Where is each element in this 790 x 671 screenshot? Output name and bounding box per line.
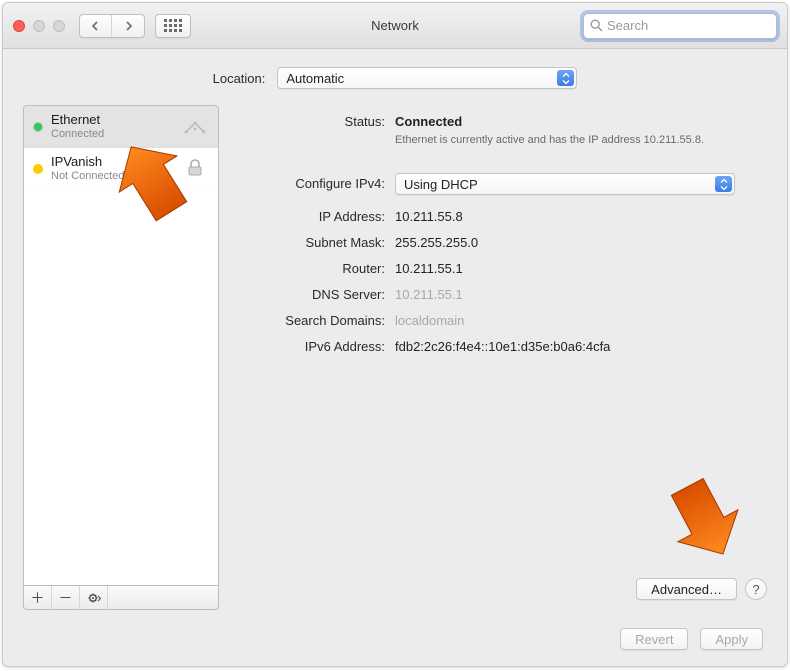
remove-interface-button[interactable]: － <box>52 586 80 609</box>
sidebar-item-name: Ethernet <box>51 113 104 128</box>
grid-icon <box>164 19 182 32</box>
subnet-value: 255.255.255.0 <box>395 232 767 250</box>
ipv6-value: fdb2:2c26:f4e4::10e1:d35e:b0a6:4cfa <box>395 336 767 354</box>
location-value: Automatic <box>286 71 344 86</box>
body: Ethernet Connected IPVanish Not Connecte… <box>3 101 787 622</box>
chevron-right-icon <box>124 21 133 31</box>
dns-value: 10.211.55.1 <box>395 284 767 302</box>
advanced-row: Advanced… ? <box>235 570 767 610</box>
lock-icon <box>181 158 209 178</box>
router-label: Router: <box>235 258 395 276</box>
network-prefs-window: Network Search Location: Automatic Ether… <box>2 2 788 667</box>
window-controls <box>13 20 65 32</box>
status-dot-amber <box>33 164 43 174</box>
configure-ipv4-select[interactable]: Using DHCP <box>395 173 735 195</box>
router-value: 10.211.55.1 <box>395 258 767 276</box>
sidebar-footer: ＋ － <box>23 586 219 610</box>
ip-label: IP Address: <box>235 206 395 224</box>
location-row: Location: Automatic <box>3 49 787 101</box>
search-input[interactable]: Search <box>583 13 777 39</box>
dns-label: DNS Server: <box>235 284 395 302</box>
status-label: Status: <box>235 111 395 129</box>
location-label: Location: <box>213 71 266 86</box>
status-subtext: Ethernet is currently active and has the… <box>395 133 715 148</box>
status-dot-green <box>33 122 43 132</box>
location-select[interactable]: Automatic <box>277 67 577 89</box>
search-icon <box>590 19 603 32</box>
status-value: Connected <box>395 114 462 129</box>
forward-button[interactable] <box>112 15 144 37</box>
search-placeholder: Search <box>607 18 648 33</box>
configure-value: Using DHCP <box>404 177 478 192</box>
help-button[interactable]: ? <box>745 578 767 600</box>
sidebar-item-status: Connected <box>51 128 104 141</box>
ipv6-label: IPv6 Address: <box>235 336 395 354</box>
revert-button[interactable]: Revert <box>620 628 688 650</box>
back-button[interactable] <box>80 15 112 37</box>
sidebar: Ethernet Connected IPVanish Not Connecte… <box>23 105 219 610</box>
subnet-label: Subnet Mask: <box>235 232 395 250</box>
gear-icon <box>87 591 101 605</box>
sidebar-item-ethernet[interactable]: Ethernet Connected <box>24 106 218 148</box>
sidebar-item-ipvanish[interactable]: IPVanish Not Connected <box>24 148 218 190</box>
advanced-button[interactable]: Advanced… <box>636 578 737 600</box>
interface-list: Ethernet Connected IPVanish Not Connecte… <box>23 105 219 586</box>
zoom-window-button[interactable] <box>53 20 65 32</box>
status-row: Status: Connected Ethernet is currently … <box>235 111 767 148</box>
searchdom-value: localdomain <box>395 310 767 328</box>
searchdom-label: Search Domains: <box>235 310 395 328</box>
chevron-left-icon <box>91 21 100 31</box>
sidebar-item-status: Not Connected <box>51 170 124 183</box>
apply-button[interactable]: Apply <box>700 628 763 650</box>
detail-panel: Status: Connected Ethernet is currently … <box>235 105 767 610</box>
configure-label: Configure IPv4: <box>235 173 395 191</box>
minimize-window-button[interactable] <box>33 20 45 32</box>
ethernet-icon <box>181 117 209 137</box>
footer: Revert Apply <box>3 622 787 666</box>
chevron-updown-icon <box>715 176 732 192</box>
chevron-updown-icon <box>557 70 574 86</box>
nav-back-forward <box>79 14 145 38</box>
window-title: Network <box>371 18 419 33</box>
sidebar-item-name: IPVanish <box>51 155 124 170</box>
titlebar: Network Search <box>3 3 787 49</box>
ip-value: 10.211.55.8 <box>395 206 767 224</box>
configure-row: Configure IPv4: Using DHCP <box>235 173 767 195</box>
interface-actions-button[interactable] <box>80 586 108 609</box>
close-window-button[interactable] <box>13 20 25 32</box>
add-interface-button[interactable]: ＋ <box>24 586 52 609</box>
show-all-button[interactable] <box>155 14 191 38</box>
